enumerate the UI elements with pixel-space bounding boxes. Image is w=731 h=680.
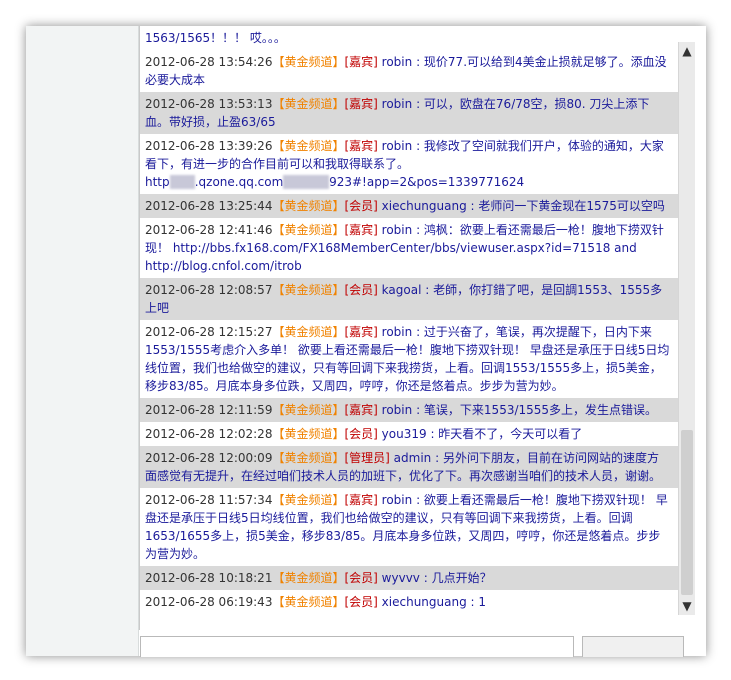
message-time: 2012-06-28 12:41:46 <box>145 223 273 237</box>
message-user[interactable]: robin <box>382 55 413 69</box>
message-separator: : <box>412 139 424 153</box>
message-time: 2012-06-28 12:08:57 <box>145 283 273 297</box>
message-time: 2012-06-28 13:39:26 <box>145 139 273 153</box>
message-time: 2012-06-28 06:19:43 <box>145 595 273 609</box>
message-user[interactable]: admin <box>394 451 432 465</box>
message-user[interactable]: you319 <box>382 427 427 441</box>
message-role: [管理员] <box>344 451 390 465</box>
message-time: 2012-06-28 13:54:26 <box>145 55 273 69</box>
message-separator: : <box>412 97 424 111</box>
message-role: [嘉宾] <box>344 55 378 69</box>
message-role: [嘉宾] <box>344 97 378 111</box>
chat-message: 2012-06-28 13:54:26【黄金频道】[嘉宾] robin : 现价… <box>140 50 678 92</box>
message-text: 几点开始？ <box>431 571 492 585</box>
message-user[interactable]: kagoal <box>382 283 422 297</box>
message-channel: 【黄金频道】 <box>272 571 345 585</box>
message-user[interactable]: xiechunguang <box>382 199 467 213</box>
message-channel: 【黄金频道】 <box>272 283 345 297</box>
message-channel: 【黄金频道】 <box>272 97 345 111</box>
message-separator: : <box>412 403 424 417</box>
message-role: [会员] <box>344 427 378 441</box>
message-separator: : <box>431 451 443 465</box>
message-separator: : <box>419 571 432 585</box>
message-user[interactable]: robin <box>382 403 413 417</box>
chat-message: 2012-06-28 12:00:09【黄金频道】[管理员] admin : 另… <box>140 446 678 488</box>
message-user[interactable]: robin <box>382 493 413 507</box>
chat-message: 2012-06-28 12:15:27【黄金频道】[嘉宾] robin : 过于… <box>140 320 678 398</box>
message-time: 2012-06-28 10:18:21 <box>145 571 273 585</box>
message-separator: : <box>412 223 424 237</box>
chat-message: 2012-06-28 12:08:57【黄金频道】[会员] kagoal : 老… <box>140 278 678 320</box>
message-role: [嘉宾] <box>344 325 378 339</box>
message-time: 2012-06-28 11:57:34 <box>145 493 273 507</box>
message-role: [会员] <box>344 283 378 297</box>
vertical-scrollbar[interactable]: ▲ ▼ <box>678 42 695 615</box>
scrollbar-thumb[interactable] <box>681 430 693 595</box>
message-role: [会员] <box>344 571 378 585</box>
chat-message: 2012-06-28 11:57:34【黄金频道】[嘉宾] robin : 欲要… <box>140 488 678 566</box>
message-time: 2012-06-28 12:11:59 <box>145 403 273 417</box>
chat-message: 2012-06-28 13:39:26【黄金频道】[嘉宾] robin : 我修… <box>140 134 678 194</box>
message-channel: 【黄金频道】 <box>272 451 345 465</box>
message-channel: 【黄金频道】 <box>272 595 345 609</box>
message-link-part[interactable]: 923#!app=2&pos=1339771624 <box>329 175 524 189</box>
chat-message-partial: 1563/1565！！！ 哎。。。 <box>140 26 678 50</box>
message-user[interactable]: robin <box>382 97 413 111</box>
chat-message: 2012-06-28 10:18:21【黄金频道】[会员] wyvvv : 几点… <box>140 566 678 590</box>
chat-message: 2012-06-28 13:25:44【黄金频道】[会员] xiechungua… <box>140 194 678 218</box>
message-user[interactable]: robin <box>382 223 413 237</box>
message-text: 1563/1565！！！ 哎。。。 <box>145 31 286 45</box>
chat-message: 2012-06-28 06:19:43【黄金频道】[会员] xiechungua… <box>140 590 678 614</box>
message-channel: 【黄金频道】 <box>272 199 345 213</box>
message-channel: 【黄金频道】 <box>272 139 345 153</box>
message-separator: : <box>412 325 424 339</box>
message-text: 1 <box>478 595 487 609</box>
message-separator: : <box>412 493 424 507</box>
message-channel: 【黄金频道】 <box>272 403 345 417</box>
message-channel: 【黄金频道】 <box>272 55 345 69</box>
message-role: [嘉宾] <box>344 223 378 237</box>
message-link-part[interactable]: .qzone.qq.com <box>195 175 284 189</box>
message-role: [会员] <box>344 595 378 609</box>
message-separator: : <box>421 283 434 297</box>
message-time: 2012-06-28 12:02:28 <box>145 427 273 441</box>
message-channel: 【黄金频道】 <box>272 427 345 441</box>
chat-message-list[interactable]: 1563/1565！！！ 哎。。。 2012-06-28 13:54:26【黄金… <box>139 26 678 630</box>
message-separator: : <box>466 199 479 213</box>
message-separator: : <box>412 55 424 69</box>
message-separator: : <box>466 595 479 609</box>
scroll-down-icon[interactable]: ▼ <box>679 597 695 615</box>
message-user[interactable]: robin <box>382 325 413 339</box>
message-channel: 【黄金频道】 <box>272 223 345 237</box>
message-role: [嘉宾] <box>344 139 378 153</box>
blurred-text: user <box>169 175 195 189</box>
chat-message: 2012-06-28 12:11:59【黄金频道】[嘉宾] robin : 笔误… <box>140 398 678 422</box>
chat-input[interactable] <box>140 636 574 657</box>
send-button[interactable] <box>582 636 684 657</box>
message-channel: 【黄金频道】 <box>272 325 345 339</box>
message-user[interactable]: robin <box>382 139 413 153</box>
message-role: [嘉宾] <box>344 493 378 507</box>
chat-message: 2012-06-28 13:53:13【黄金频道】[嘉宾] robin : 可以… <box>140 92 678 134</box>
message-time: 2012-06-28 12:15:27 <box>145 325 273 339</box>
message-time: 2012-06-28 12:00:09 <box>145 451 273 465</box>
scroll-up-icon[interactable]: ▲ <box>679 42 695 60</box>
blurred-text: 000000 <box>283 175 330 189</box>
message-user[interactable]: xiechunguang <box>382 595 467 609</box>
chat-message: 2012-06-28 12:02:28【黄金频道】[会员] you319 : 昨… <box>140 422 678 446</box>
message-time: 2012-06-28 13:53:13 <box>145 97 273 111</box>
message-channel: 【黄金频道】 <box>272 493 345 507</box>
message-text: 昨天看不了，今天可以看了 <box>438 427 583 441</box>
message-role: [会员] <box>344 199 378 213</box>
message-text: 老师问一下黄金现在1575可以空吗 <box>478 199 665 213</box>
left-sidebar <box>26 26 139 656</box>
message-time: 2012-06-28 13:25:44 <box>145 199 273 213</box>
message-text: 笔误，下来1553/1555多上，发生点错误。 <box>423 403 658 417</box>
message-user[interactable]: wyvvv <box>382 571 420 585</box>
message-separator: : <box>426 427 439 441</box>
message-role: [嘉宾] <box>344 403 378 417</box>
chat-message: 2012-06-28 12:41:46【黄金频道】[嘉宾] robin : 鸿枫… <box>140 218 678 278</box>
